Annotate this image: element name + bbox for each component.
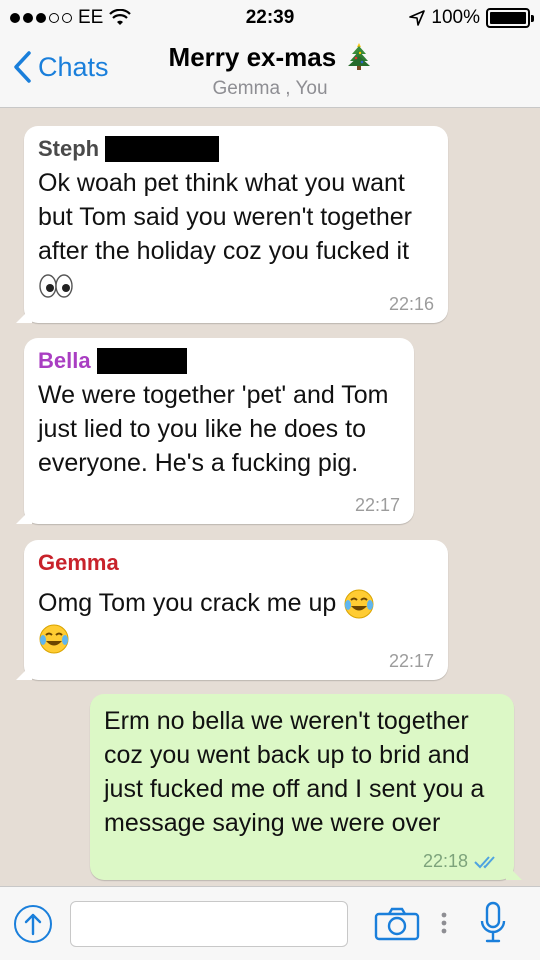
bubble-tail (16, 307, 32, 323)
location-arrow-icon (409, 10, 426, 26)
message-time-status: 22:18 (423, 851, 500, 872)
chat-title-row: Merry ex-mas (130, 42, 410, 73)
message-body: Ok woah pet think what you want but Tom … (38, 169, 412, 265)
redaction-bar (96, 348, 187, 374)
microphone-button[interactable] (480, 901, 506, 952)
message-body: Omg Tom you crack me up (38, 589, 337, 617)
message-input-bar (0, 886, 540, 960)
more-options-icon[interactable] (440, 911, 448, 940)
message-text: We were together 'pet' and Tom just lied… (38, 378, 400, 480)
message-text: Omg Tom you crack me up (38, 586, 434, 655)
message-body: Erm no bella we weren't together coz you… (104, 707, 485, 837)
double-check-icon (474, 855, 495, 868)
group-info[interactable]: Merry ex-mas Gemma , You (130, 42, 410, 100)
message-time: 22:17 (388, 651, 434, 671)
eyes-icon (39, 274, 73, 299)
attach-button[interactable] (14, 905, 52, 943)
message-time: 22:17 (354, 495, 400, 515)
bubble-tail (16, 664, 32, 680)
tears-of-joy-icon (39, 624, 69, 654)
chat-header: Chats Merry ex-mas Gemma , You (0, 36, 540, 108)
back-to-chats-button[interactable]: Chats (12, 50, 109, 84)
group-members: Gemma , You (212, 78, 328, 99)
redaction-bar (105, 136, 220, 162)
microphone-icon (480, 901, 506, 943)
sender-name: Steph (38, 136, 100, 161)
bubble-tail (506, 864, 522, 880)
message-bubble-bella[interactable]: Bella We were together 'pet' and Tom jus… (16, 338, 414, 524)
message-bubble-steph[interactable]: Steph Ok woah pet think what you want bu… (16, 126, 448, 323)
arrow-up-icon (24, 913, 42, 936)
message-time: 22:16 (388, 294, 434, 314)
camera-icon (374, 907, 420, 941)
message-text: Ok woah pet think what you want but Tom … (38, 166, 434, 302)
battery-percent: 100% (431, 7, 480, 28)
group-title: Merry ex-mas (168, 42, 337, 72)
message-time: 22:18 (422, 851, 468, 871)
message-body: We were together 'pet' and Tom just lied… (38, 381, 389, 477)
tears-of-joy-icon (344, 589, 374, 619)
message-text: Erm no bella we weren't together coz you… (104, 704, 500, 840)
status-right: 100% (409, 7, 534, 29)
sender-name: Bella (38, 348, 91, 373)
chevron-left-icon (14, 51, 31, 83)
back-label: Chats (38, 51, 109, 82)
camera-button[interactable] (374, 907, 420, 946)
message-bubble-gemma[interactable]: Gemma Omg Tom you crack me up 22:17 (16, 540, 448, 680)
message-bubble-you[interactable]: Erm no bella we weren't together coz you… (90, 694, 522, 880)
sender-name: Gemma (38, 550, 119, 575)
message-input[interactable] (70, 901, 348, 947)
christmas-tree-icon (348, 43, 371, 70)
bubble-tail (16, 508, 32, 524)
message-sender: Steph (38, 136, 434, 162)
message-sender: Gemma (38, 550, 434, 576)
chat-area[interactable]: Steph Ok woah pet think what you want bu… (0, 108, 540, 886)
status-bar: EE 22:39 100% (0, 0, 540, 36)
message-sender: Bella (38, 348, 400, 374)
battery-icon (486, 8, 534, 28)
